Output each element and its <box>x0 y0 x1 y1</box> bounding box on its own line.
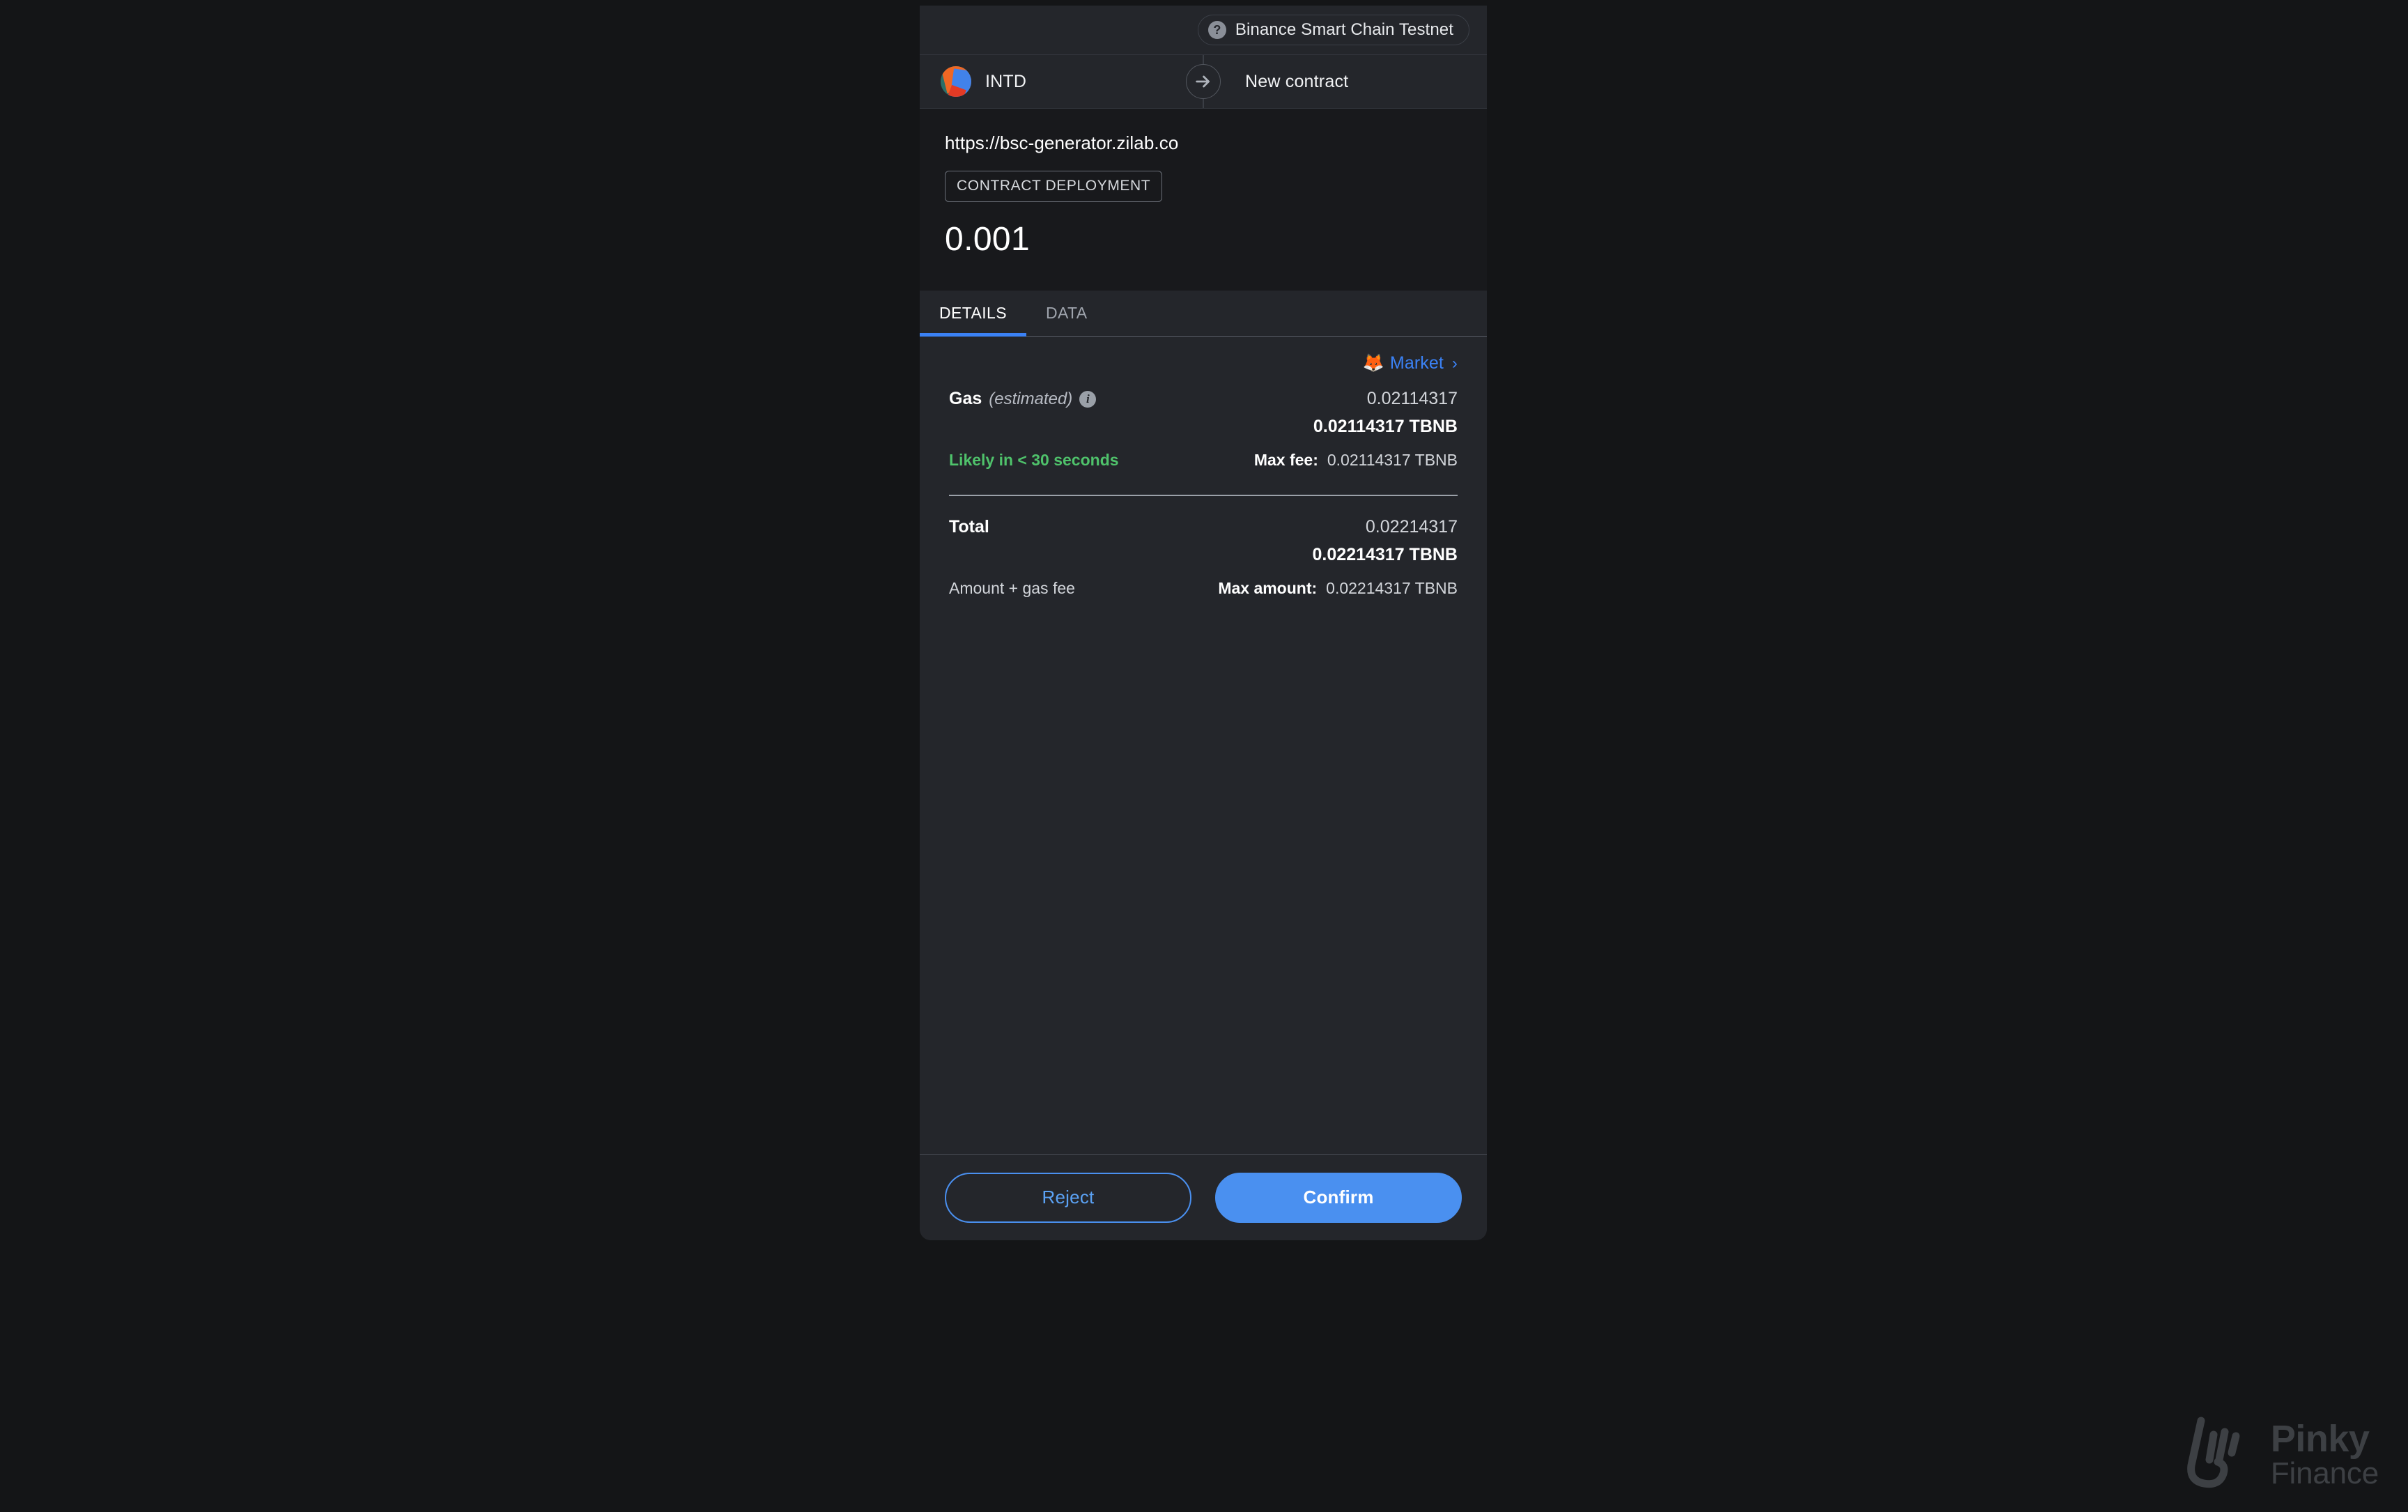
recipient-name: New contract <box>1245 71 1349 91</box>
reject-button[interactable]: Reject <box>945 1172 1191 1223</box>
network-row: ? Binance Smart Chain Testnet <box>920 6 1487 54</box>
metamask-confirmation-panel: ? Binance Smart Chain Testnet INTD New c… <box>920 6 1487 1240</box>
screen: ? Binance Smart Chain Testnet INTD New c… <box>0 0 2408 1512</box>
action-footer: Reject Confirm <box>920 1154 1487 1240</box>
watermark-line-2: Finance <box>2270 1456 2379 1490</box>
market-link[interactable]: 🦊 Market › <box>1363 353 1458 373</box>
pinky-logo-icon <box>2180 1417 2258 1492</box>
gas-values: 0.02114317 0.02114317 TBNB <box>1313 389 1458 437</box>
chevron-right-icon: › <box>1451 353 1458 373</box>
details-panel: 🦊 Market › Gas (estimated) i 0.02114317 … <box>920 337 1487 1154</box>
direction-divider <box>1186 55 1221 108</box>
account-identicon <box>941 66 971 97</box>
gas-native-value: 0.02114317 TBNB <box>1313 417 1458 436</box>
confirm-button[interactable]: Confirm <box>1215 1172 1462 1223</box>
network-name: Binance Smart Chain Testnet <box>1235 20 1453 39</box>
transaction-amount: 0.001 <box>945 221 1031 258</box>
question-mark-icon: ? <box>1207 21 1226 39</box>
total-label: Total <box>949 517 989 537</box>
fox-icon: 🦊 <box>1362 353 1384 373</box>
sender-account[interactable]: INTD <box>920 55 1182 108</box>
tab-bar: DETAILS DATA <box>920 291 1487 337</box>
tab-data[interactable]: DATA <box>1026 291 1107 336</box>
max-amount-label: Max amount: <box>1218 579 1318 597</box>
transaction-type-tag: CONTRACT DEPLOYMENT <box>945 171 1163 202</box>
arrow-right-icon <box>1186 64 1221 99</box>
tab-details[interactable]: DETAILS <box>920 291 1026 337</box>
network-badge[interactable]: ? Binance Smart Chain Testnet <box>1197 15 1469 45</box>
max-amount-value: 0.02214317 TBNB <box>1326 579 1458 597</box>
gas-footer-row: Likely in < 30 seconds Max fee: 0.021143… <box>949 451 1458 470</box>
gas-speed-text: Likely in < 30 seconds <box>949 451 1119 469</box>
info-icon[interactable]: i <box>1079 390 1097 408</box>
total-note: Amount + gas fee <box>949 579 1075 597</box>
total-block: Total 0.02214317 0.02214317 TBNB Amount … <box>949 517 1458 598</box>
gas-fee-block: Gas (estimated) i 0.02114317 0.02114317 … <box>949 389 1458 470</box>
market-label: Market <box>1389 353 1444 373</box>
max-fee-value: 0.02114317 TBNB <box>1327 451 1458 469</box>
max-fee-label: Max fee: <box>1253 451 1318 469</box>
gas-sublabel: (estimated) <box>989 389 1073 408</box>
pinky-finance-watermark: Pinky Finance <box>2180 1417 2379 1492</box>
sender-name: INTD <box>985 71 1027 91</box>
gas-fee-row: Gas (estimated) i 0.02114317 0.02114317 … <box>949 389 1458 437</box>
total-row: Total 0.02214317 0.02214317 TBNB <box>949 517 1458 565</box>
origin-url: https://bsc-generator.zilab.co <box>945 132 1179 153</box>
total-fiat-value: 0.02214317 <box>1365 517 1458 537</box>
gas-label: Gas <box>949 389 982 408</box>
total-values: 0.02214317 0.02214317 TBNB <box>1313 517 1458 565</box>
total-native-value: 0.02214317 TBNB <box>1312 545 1458 564</box>
watermark-line-1: Pinky <box>2270 1417 2370 1460</box>
origin-block: https://bsc-generator.zilab.co CONTRACT … <box>920 109 1487 291</box>
total-footer-row: Amount + gas fee Max amount: 0.02214317 … <box>949 579 1458 598</box>
section-divider <box>949 495 1458 496</box>
recipient-account[interactable]: New contract <box>1182 55 1487 108</box>
gas-label-group: Gas (estimated) i <box>949 389 1097 409</box>
max-fee-group: Max fee: 0.02114317 TBNB <box>1254 451 1458 470</box>
market-row: 🦊 Market › <box>949 353 1458 373</box>
transaction-parties-row: INTD New contract <box>920 54 1487 109</box>
gas-fiat-value: 0.02114317 <box>1366 389 1458 408</box>
total-label-group: Total <box>949 517 989 537</box>
max-amount-group: Max amount: 0.02214317 TBNB <box>1218 579 1458 598</box>
